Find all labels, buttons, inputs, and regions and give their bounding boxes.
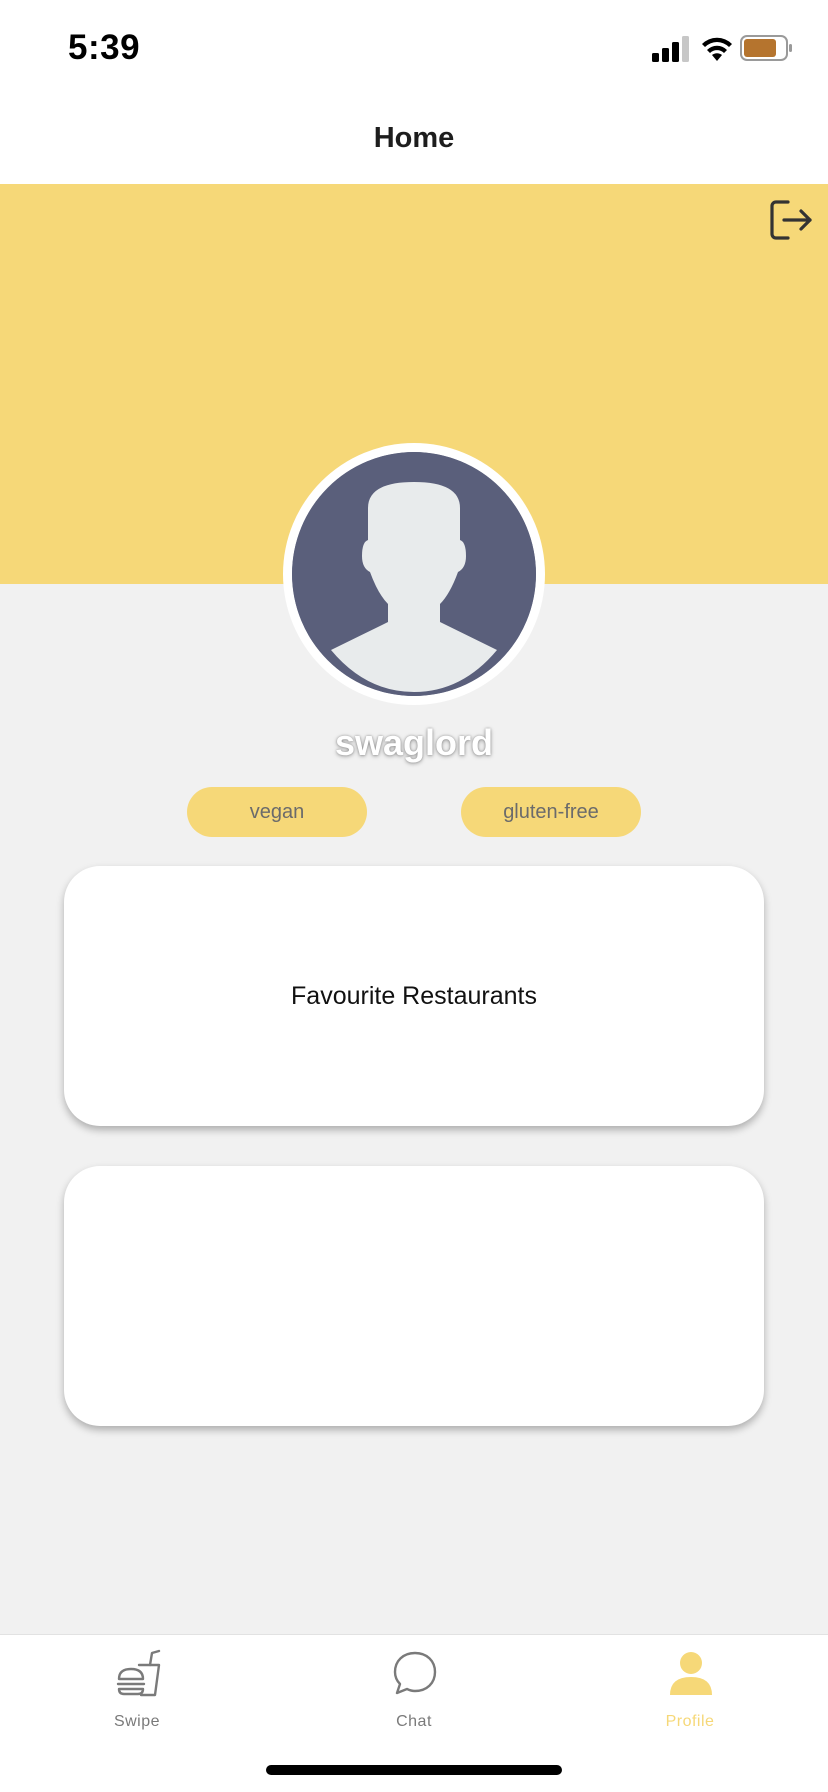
page-title: Home xyxy=(373,122,455,154)
person-icon xyxy=(670,1652,712,1695)
chat-bubble-icon xyxy=(393,1651,437,1695)
avatar xyxy=(283,443,545,705)
avatar-image xyxy=(292,452,536,696)
tab-chat[interactable]: Chat xyxy=(324,1635,504,1745)
status-bar: 5:39 xyxy=(0,0,828,96)
diet-tag-gluten-free[interactable]: gluten-free xyxy=(461,787,641,837)
wifi-icon xyxy=(702,37,732,61)
home-indicator xyxy=(266,1765,562,1775)
status-time: 5:39 xyxy=(68,28,141,67)
battery-icon xyxy=(740,35,792,61)
tab-label: Chat xyxy=(396,1713,432,1730)
username: swaglord xyxy=(334,722,494,763)
tab-swipe[interactable]: Swipe xyxy=(47,1635,227,1745)
nav-header: Home xyxy=(0,96,828,184)
cellular-signal-icon xyxy=(652,36,689,62)
tab-profile[interactable]: Profile xyxy=(600,1635,780,1745)
empty-card xyxy=(64,1166,764,1426)
card-title: Favourite Restaurants xyxy=(291,982,537,1010)
diet-tag-vegan[interactable]: vegan xyxy=(187,787,367,837)
burger-drink-icon xyxy=(116,1649,161,1697)
app-screen: 5:39 Home swaglord vegan gluten-free Fav… xyxy=(0,0,828,1792)
favourite-restaurants-card[interactable]: Favourite Restaurants xyxy=(64,866,764,1126)
tab-label: Swipe xyxy=(113,1713,161,1730)
tab-label: Profile xyxy=(665,1713,715,1730)
logout-icon[interactable] xyxy=(766,196,814,244)
default-avatar-icon xyxy=(292,452,536,696)
